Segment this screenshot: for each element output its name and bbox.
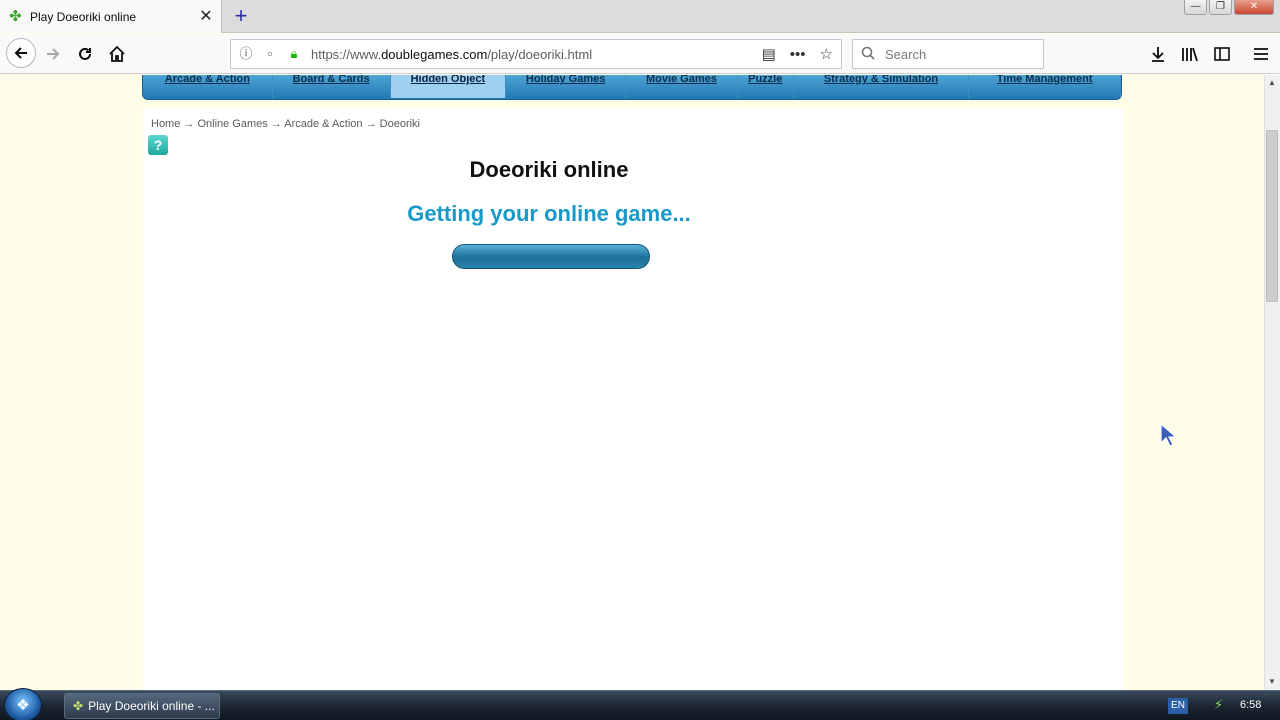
download-icon xyxy=(1152,47,1164,62)
arrow-right-icon xyxy=(47,48,60,60)
reload-button[interactable] xyxy=(71,40,99,68)
nav-toolbar: ⓘ ▫ 🔒︎ https://www.doublegames.com/play/… xyxy=(0,34,1280,74)
main-content: Home → Online Games → Arcade & Action → … xyxy=(143,109,1123,690)
clover-icon: ✤ xyxy=(73,699,84,713)
help-icon[interactable]: ? xyxy=(148,135,168,155)
arrow-left-icon xyxy=(14,47,27,59)
search-icon xyxy=(861,46,879,63)
taskbar: ❖ ✤ Play Doeoriki online - ... EN ⚡ 6:58 xyxy=(0,688,1280,720)
scroll-up-arrow-icon[interactable]: ▲ xyxy=(1266,77,1278,89)
restore-button[interactable]: ❐ xyxy=(1209,0,1232,15)
forward-button[interactable] xyxy=(39,40,67,68)
url-text[interactable]: https://www.doublegames.com/play/doeorik… xyxy=(311,47,762,62)
page-actions-icon[interactable]: ••• xyxy=(790,46,806,63)
reader-view-icon[interactable]: ▤ xyxy=(762,45,776,63)
nav-category-arcade-action[interactable]: Arcade & Action xyxy=(143,75,273,98)
home-icon xyxy=(109,45,125,62)
home-button[interactable] xyxy=(103,40,131,68)
library-icon xyxy=(1182,47,1198,62)
new-tab-button[interactable]: + xyxy=(229,4,253,28)
minimize-button[interactable]: — xyxy=(1184,0,1207,15)
browser-tab[interactable]: ✤ Play Doeoriki online ✕ xyxy=(0,0,222,33)
mouse-cursor-icon xyxy=(1160,423,1178,447)
info-icon[interactable]: ⓘ xyxy=(237,45,255,63)
search-input[interactable]: Search xyxy=(885,47,926,62)
windows-logo-icon: ❖ xyxy=(16,697,30,714)
scroll-down-arrow-icon[interactable]: ▼ xyxy=(1266,676,1278,688)
nav-category-strategy-simulation[interactable]: Strategy & Simulation xyxy=(794,75,970,98)
reload-icon xyxy=(79,47,91,60)
page-title: Doeoriki online xyxy=(469,157,629,182)
downloads-button[interactable] xyxy=(1144,40,1172,68)
nav-category-movie-games[interactable]: Movie Games xyxy=(626,75,738,98)
category-nav: Arcade & Action Board & Cards Hidden Objec… xyxy=(142,75,1122,100)
breadcrumb[interactable]: Home → Online Games → Arcade & Action → … xyxy=(151,118,420,130)
taskbar-item-browser[interactable]: ✤ Play Doeoriki online - ... xyxy=(64,693,220,719)
hamburger-icon xyxy=(1254,48,1268,60)
network-icon[interactable]: ⚡ xyxy=(1214,697,1223,713)
window-close-button[interactable]: ✕ xyxy=(1234,0,1274,15)
close-tab-icon[interactable]: ✕ xyxy=(196,7,216,27)
permissions-icon[interactable]: ▫ xyxy=(261,45,279,63)
url-bar[interactable]: ⓘ ▫ 🔒︎ https://www.doublegames.com/play/… xyxy=(230,39,842,69)
language-indicator[interactable]: EN xyxy=(1168,698,1188,714)
search-bar[interactable]: Search xyxy=(852,39,1044,69)
tab-title: Play Doeoriki online xyxy=(30,9,137,24)
window-controls: — ❐ ✕ xyxy=(1184,0,1274,15)
nav-category-puzzle[interactable]: Puzzle xyxy=(738,75,794,98)
page-viewport: Arcade & Action Board & Cards Hidden Objec… xyxy=(0,75,1264,690)
nav-category-board-cards[interactable]: Board & Cards xyxy=(273,75,391,98)
tab-strip: ✤ Play Doeoriki online ✕ + — ❐ ✕ xyxy=(0,0,1280,33)
sidebar-button[interactable] xyxy=(1208,40,1236,68)
loading-message: Getting your online game... xyxy=(407,201,691,226)
taskbar-item-label: Play Doeoriki online - ... xyxy=(88,699,215,713)
nav-category-holiday-games[interactable]: Holiday Games xyxy=(506,75,627,98)
clover-icon: ✤ xyxy=(9,7,22,25)
library-button[interactable] xyxy=(1176,40,1204,68)
lock-icon[interactable]: 🔒︎ xyxy=(285,45,303,63)
bookmark-star-icon[interactable]: ☆ xyxy=(820,45,833,63)
clock[interactable]: 6:58 xyxy=(1240,699,1261,711)
nav-category-hidden-object[interactable]: Hidden Object xyxy=(390,75,507,98)
sidebar-icon xyxy=(1214,47,1230,61)
back-button[interactable] xyxy=(6,38,36,68)
start-button[interactable]: ❖ xyxy=(4,688,42,720)
loading-progress-bar xyxy=(452,244,650,269)
scrollbar-thumb[interactable] xyxy=(1266,130,1278,302)
nav-category-time-management[interactable]: Time Management xyxy=(969,75,1121,98)
menu-button[interactable] xyxy=(1247,40,1275,68)
